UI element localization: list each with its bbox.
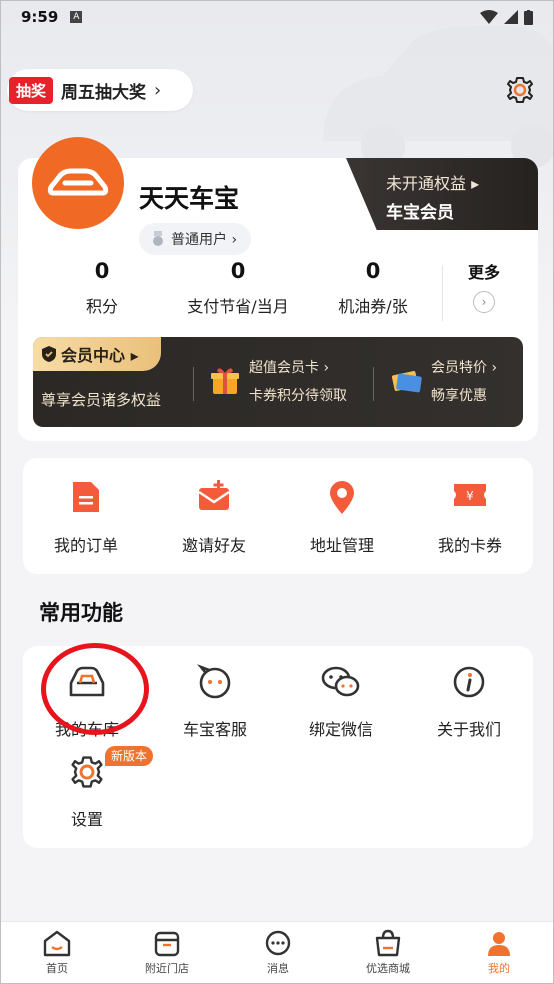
- stat-value: 0: [230, 259, 246, 283]
- member-card-offer[interactable]: 超值会员卡 › 卡券积分待领取: [209, 357, 347, 405]
- status-bar: 9:59 A: [1, 1, 553, 33]
- app-screen: 9:59 A 抽奖 周五抽大奖 › 天天车宝 普通用户 › 未开通权益 ▸ 车宝…: [0, 0, 554, 984]
- offer-subtitle: 卡券积分待领取: [249, 388, 347, 404]
- message-icon: [265, 930, 291, 956]
- func-label: 绑定微信: [308, 720, 373, 739]
- tab-nearby-stores[interactable]: 附近门店: [117, 928, 217, 976]
- vip-title: 车宝会员: [386, 203, 454, 223]
- stats-row: 0 积分 0 支付节省/当月 0 机油券/张 更多 ›: [18, 259, 538, 329]
- offer-subtitle: 畅享优惠: [431, 388, 487, 404]
- tab-label: 我的: [488, 962, 510, 975]
- new-version-badge: 新版本: [105, 746, 154, 766]
- brand-logo-icon: [47, 168, 109, 196]
- bottom-tab-bar: 首页 附近门店 消息 优选商城 我的: [1, 921, 553, 983]
- offer-title: 会员特价 ›: [431, 360, 498, 376]
- quick-label: 地址管理: [309, 536, 374, 555]
- func-my-garage[interactable]: 我的车库: [27, 662, 147, 740]
- func-customer-service[interactable]: 车宝客服: [155, 662, 275, 740]
- shop-icon: [375, 929, 401, 957]
- user-level-badge[interactable]: 普通用户 ›: [139, 223, 252, 255]
- car-icon: [69, 666, 105, 697]
- user-level-label: 普通用户 ›: [171, 232, 238, 248]
- quick-my-orders[interactable]: 我的订单: [31, 480, 141, 556]
- gift-icon: [211, 368, 239, 394]
- chevron-right-icon: ›: [154, 79, 162, 101]
- quick-label: 我的卡券: [437, 536, 502, 555]
- lottery-banner[interactable]: 抽奖 周五抽大奖 ›: [7, 69, 193, 111]
- quick-actions: 我的订单 邀请好友 地址管理 ¥ 我的卡券: [23, 458, 533, 574]
- service-icon: [197, 664, 231, 699]
- svg-text:¥: ¥: [466, 489, 474, 503]
- tab-messages[interactable]: 消息: [228, 928, 328, 976]
- quick-label: 我的订单: [53, 536, 118, 555]
- order-icon: [73, 482, 99, 512]
- stat-oil-coupons[interactable]: 0 机油券/张: [323, 259, 423, 317]
- tab-profile[interactable]: 我的: [449, 928, 549, 976]
- divider: [193, 367, 194, 401]
- vip-status-text: 未开通权益 ▸: [386, 174, 480, 193]
- stat-savings[interactable]: 0 支付节省/当月: [173, 259, 303, 317]
- battery-icon: [524, 9, 533, 25]
- settings-gear-icon[interactable]: [505, 75, 535, 105]
- stat-label: 机油券/张: [338, 297, 408, 316]
- vip-membership-banner[interactable]: 未开通权益 ▸ 车宝会员: [346, 158, 538, 230]
- lottery-label: 周五抽大奖: [61, 82, 147, 103]
- func-about-us[interactable]: 关于我们: [409, 662, 529, 740]
- member-price-offer[interactable]: 会员特价 › 畅享优惠: [391, 357, 497, 405]
- func-label: 关于我们: [436, 720, 501, 739]
- more-button[interactable]: 更多 ›: [454, 259, 514, 313]
- home-icon: [43, 930, 71, 957]
- signal-icon: [504, 10, 518, 24]
- tab-shop[interactable]: 优选商城: [338, 928, 438, 976]
- func-label: 车宝客服: [182, 720, 247, 739]
- tab-label: 优选商城: [366, 962, 410, 975]
- notification-icon: A: [70, 11, 83, 23]
- chevron-right-icon: ›: [473, 291, 495, 313]
- offer-title: 超值会员卡 ›: [249, 360, 330, 376]
- func-label: 设置: [70, 810, 103, 829]
- stat-label: 积分: [85, 297, 118, 316]
- stat-points[interactable]: 0 积分: [62, 259, 142, 317]
- tab-label: 首页: [46, 962, 68, 975]
- ticket-icon: [391, 371, 422, 393]
- tab-home[interactable]: 首页: [7, 928, 107, 976]
- profile-icon: [488, 932, 510, 956]
- section-title: 常用功能: [39, 601, 123, 625]
- member-center-bar[interactable]: 会员中心 ▸ 尊享会员诸多权益 超值会员卡 › 卡券积分待领取 会员特价 › 畅…: [33, 337, 523, 427]
- gear-icon: [71, 756, 103, 788]
- stat-value: 0: [365, 259, 381, 283]
- avatar[interactable]: [32, 137, 124, 229]
- username: 天天车宝: [139, 184, 240, 213]
- wechat-icon: [321, 666, 360, 697]
- medal-icon: [153, 231, 163, 246]
- status-icons: [480, 9, 533, 25]
- func-bind-wechat[interactable]: 绑定微信: [281, 662, 401, 740]
- wifi-icon: [480, 10, 498, 24]
- quick-invite-friends[interactable]: 邀请好友: [159, 480, 269, 556]
- divider: [373, 367, 374, 401]
- quick-address-management[interactable]: 地址管理: [287, 480, 397, 556]
- stat-label: 支付节省/当月: [187, 297, 289, 316]
- member-center-tag[interactable]: 会员中心 ▸: [33, 337, 161, 371]
- common-functions-panel: 我的车库 车宝客服 绑定微信 关于我们 设置: [23, 646, 533, 848]
- info-icon: [453, 666, 485, 698]
- tab-label: 附近门店: [145, 962, 189, 975]
- func-label: 我的车库: [54, 720, 119, 739]
- shield-icon: [42, 346, 56, 362]
- tab-label: 消息: [267, 962, 289, 975]
- divider: [442, 265, 443, 321]
- more-label: 更多: [467, 263, 500, 282]
- member-center-subtitle: 尊享会员诸多权益: [41, 391, 162, 409]
- status-time: 9:59: [21, 8, 59, 26]
- quick-my-coupons[interactable]: ¥ 我的卡券: [415, 480, 525, 556]
- invite-icon: [198, 480, 230, 510]
- location-icon: [330, 481, 354, 514]
- member-center-title: 会员中心 ▸: [61, 346, 139, 365]
- lottery-tag: 抽奖: [9, 76, 54, 104]
- store-icon: [154, 931, 180, 957]
- stat-value: 0: [94, 259, 110, 283]
- quick-label: 邀请好友: [181, 536, 246, 555]
- coupon-icon: ¥: [454, 484, 486, 506]
